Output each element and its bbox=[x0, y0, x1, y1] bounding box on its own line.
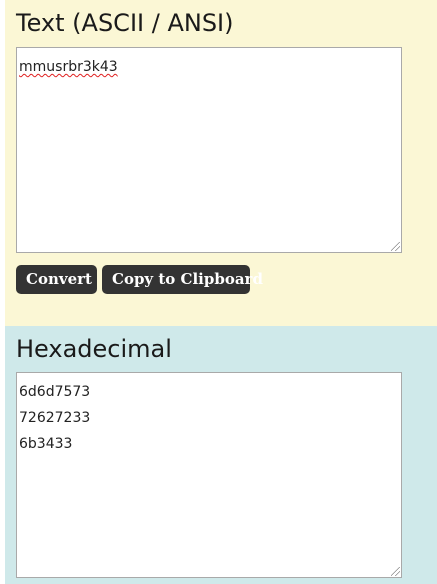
hex-panel-title: Hexadecimal bbox=[16, 335, 172, 363]
resize-grip-icon[interactable] bbox=[391, 567, 400, 576]
hex-output[interactable]: 6d6d7573 72627233 6b3433 bbox=[16, 372, 402, 578]
hex-output-line: 6d6d7573 bbox=[19, 384, 91, 400]
copy-to-clipboard-button[interactable]: Copy to Clipboard bbox=[102, 265, 263, 294]
convert-button[interactable]: Convert bbox=[16, 265, 97, 294]
text-panel-title: Text (ASCII / ANSI) bbox=[16, 9, 234, 37]
text-input[interactable]: mmusrbr3k43 bbox=[16, 47, 402, 253]
hex-output-line: 6b3433 bbox=[19, 436, 73, 452]
hex-output-line: 72627233 bbox=[19, 410, 91, 426]
hex-panel: Hexadecimal 6d6d7573 72627233 6b3433 bbox=[5, 326, 437, 584]
resize-grip-icon[interactable] bbox=[391, 242, 400, 251]
text-input-value: mmusrbr3k43 bbox=[19, 59, 118, 75]
